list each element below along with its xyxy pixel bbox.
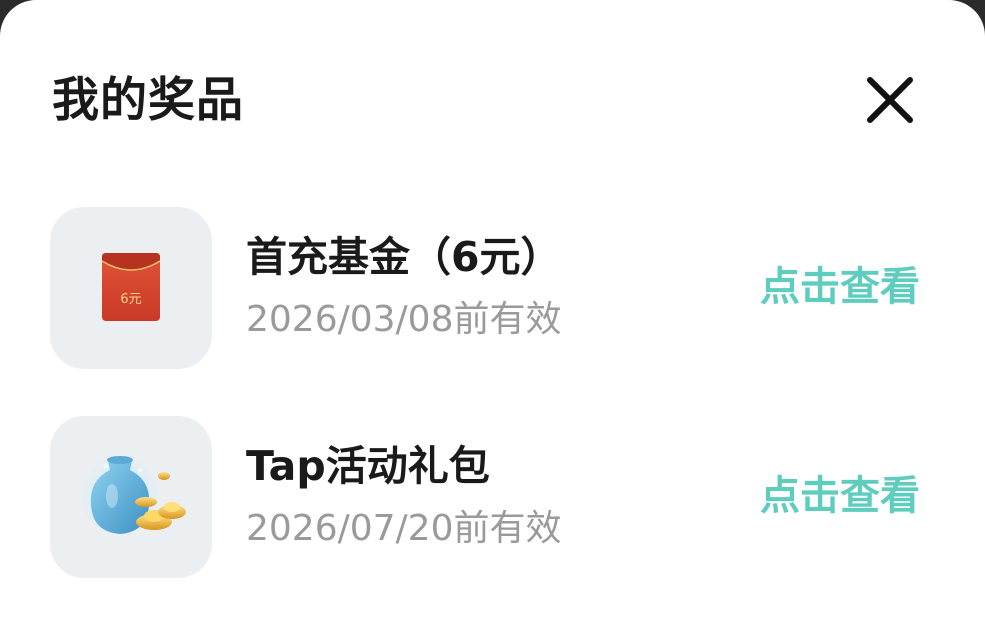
prize-name: Tap活动礼包 xyxy=(246,442,490,490)
prize-expiry: 2026/07/20前有效 xyxy=(246,508,562,549)
view-prize-button[interactable]: 点击查看 xyxy=(760,468,920,524)
envelope-label: 6元 xyxy=(120,292,141,307)
prize-item: Tap活动礼包 2026/07/20前有效 点击查看 xyxy=(50,416,930,578)
treasure-vase-gold-ingot-icon xyxy=(78,454,186,538)
prize-thumbnail: 6元 xyxy=(50,207,212,369)
view-prize-button[interactable]: 点击查看 xyxy=(760,259,920,315)
dialog-title: 我的奖品 xyxy=(52,73,244,128)
prize-name: 首充基金（6元） xyxy=(246,233,562,281)
red-envelope-icon: 6元 xyxy=(101,253,161,321)
close-button[interactable] xyxy=(862,72,918,128)
prize-item: 6元 首充基金（6元） 2026/03/08前有效 点击查看 xyxy=(50,207,930,369)
close-icon xyxy=(867,77,913,123)
prize-thumbnail xyxy=(50,416,212,578)
prize-expiry: 2026/03/08前有效 xyxy=(246,299,562,340)
prizes-dialog: 我的奖品 6元 首充基金（6元） 2026/03/08前有效 点击查看 Tap活… xyxy=(0,0,985,640)
